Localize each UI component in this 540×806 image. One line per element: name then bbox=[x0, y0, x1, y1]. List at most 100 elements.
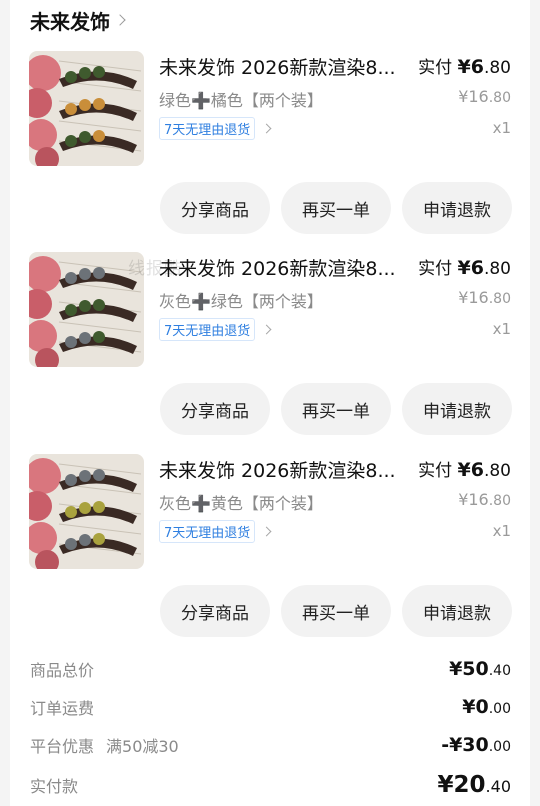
shipping-dec: .00 bbox=[488, 701, 511, 717]
bead bbox=[79, 534, 91, 546]
shipping-value: ¥0.00 bbox=[462, 696, 511, 718]
product-thumbnail[interactable] bbox=[29, 454, 144, 569]
chevron-right-icon bbox=[261, 324, 272, 335]
bead bbox=[65, 506, 77, 518]
bead bbox=[79, 268, 91, 280]
bead bbox=[93, 299, 105, 311]
store-name[interactable]: 未来发饰 bbox=[30, 6, 110, 35]
bead bbox=[65, 71, 77, 83]
bead bbox=[93, 501, 105, 513]
product-image bbox=[29, 454, 144, 569]
order-item-2[interactable]: 未来发饰 2026新款渲染8... 灰色➕绿色【两个装】 7天无理由退货 实付 … bbox=[10, 252, 530, 452]
paid-total-value: ¥20.40 bbox=[438, 772, 511, 798]
shipping-label: 订单运费 bbox=[30, 699, 95, 718]
product-spec: 绿色➕橘色【两个装】 bbox=[159, 91, 323, 110]
order-item-1[interactable]: 未来发饰 2026新款渲染8... 绿色➕橘色【两个装】 7天无理由退货 实付 … bbox=[10, 51, 530, 251]
original-price-dec: .80 bbox=[488, 493, 511, 509]
return-policy[interactable]: 7天无理由退货 bbox=[159, 318, 272, 341]
original-price-dec: .80 bbox=[488, 291, 511, 307]
bead bbox=[93, 533, 105, 545]
paid-total-row: 实付款 ¥20.40 bbox=[30, 770, 511, 800]
bead bbox=[79, 470, 91, 482]
order-card: 未来发饰 未来发饰 2026新款渲染8... 绿色➕橘色【两个装】 7天无理由退… bbox=[10, 0, 530, 806]
buy-again-button[interactable]: 再买一单 bbox=[281, 383, 391, 435]
discount-dec: .00 bbox=[488, 739, 511, 755]
paid-total-label: 实付款 bbox=[30, 777, 79, 796]
bead bbox=[79, 300, 91, 312]
discount-int: -¥30 bbox=[441, 734, 489, 756]
paid-label: 实付 bbox=[418, 461, 453, 481]
original-price-int: ¥16 bbox=[458, 87, 489, 106]
bead bbox=[79, 67, 91, 79]
product-spec: 灰色➕绿色【两个装】 bbox=[159, 292, 323, 311]
paid-amount-dec: .80 bbox=[483, 259, 511, 279]
paid-amount-int: ¥6 bbox=[457, 56, 484, 78]
bead bbox=[79, 332, 91, 344]
paid-label: 实付 bbox=[418, 259, 453, 279]
discount-note: 满50减30 bbox=[106, 737, 179, 756]
request-refund-button[interactable]: 申请退款 bbox=[402, 585, 512, 637]
goods-total-int: ¥50 bbox=[449, 658, 489, 680]
bead bbox=[79, 99, 91, 111]
paid-amount-int: ¥6 bbox=[457, 459, 484, 481]
bead bbox=[65, 304, 77, 316]
goods-total-row: 商品总价 ¥50.40 bbox=[30, 656, 511, 682]
store-header[interactable]: 未来发饰 bbox=[30, 6, 126, 35]
bead bbox=[65, 538, 77, 550]
share-product-button[interactable]: 分享商品 bbox=[160, 383, 270, 435]
request-refund-button[interactable]: 申请退款 bbox=[402, 383, 512, 435]
product-title[interactable]: 未来发饰 2026新款渲染8... bbox=[159, 53, 404, 80]
share-product-button[interactable]: 分享商品 bbox=[160, 585, 270, 637]
buy-again-button[interactable]: 再买一单 bbox=[281, 182, 391, 234]
product-thumbnail[interactable] bbox=[29, 51, 144, 166]
bead bbox=[79, 502, 91, 514]
chevron-right-icon bbox=[261, 526, 272, 537]
paid-label: 实付 bbox=[418, 58, 453, 78]
bead bbox=[93, 331, 105, 343]
bead bbox=[93, 469, 105, 481]
product-title[interactable]: 未来发饰 2026新款渲染8... bbox=[159, 456, 404, 483]
bead bbox=[65, 135, 77, 147]
return-policy[interactable]: 7天无理由退货 bbox=[159, 520, 272, 543]
discount-label-group: 平台优惠 满50减30 bbox=[30, 733, 179, 757]
return-policy-tag: 7天无理由退货 bbox=[159, 520, 256, 543]
bead bbox=[65, 474, 77, 486]
discount-label: 平台优惠 bbox=[30, 737, 95, 756]
shipping-row: 订单运费 ¥0.00 bbox=[30, 694, 511, 720]
quantity: x1 bbox=[492, 119, 511, 137]
paid-amount-dec: .80 bbox=[483, 58, 511, 78]
original-price-int: ¥16 bbox=[458, 288, 489, 307]
product-spec: 灰色➕黄色【两个装】 bbox=[159, 494, 323, 513]
shipping-int: ¥0 bbox=[462, 696, 489, 718]
order-item-3[interactable]: 未来发饰 2026新款渲染8... 灰色➕黄色【两个装】 7天无理由退货 实付 … bbox=[10, 454, 530, 654]
bead bbox=[93, 98, 105, 110]
quantity: x1 bbox=[492, 320, 511, 338]
paid-total-int: ¥20 bbox=[437, 772, 486, 798]
return-policy[interactable]: 7天无理由退货 bbox=[159, 117, 272, 140]
return-policy-tag: 7天无理由退货 bbox=[159, 318, 256, 341]
chevron-right-icon bbox=[114, 14, 126, 26]
bead bbox=[65, 272, 77, 284]
bead bbox=[65, 336, 77, 348]
bead bbox=[93, 267, 105, 279]
discount-row: 平台优惠 满50减30 -¥30.00 bbox=[30, 732, 511, 758]
goods-total-label: 商品总价 bbox=[30, 661, 95, 680]
original-price-int: ¥16 bbox=[458, 490, 489, 509]
buy-again-button[interactable]: 再买一单 bbox=[281, 585, 391, 637]
original-price: ¥16.80 bbox=[458, 87, 511, 106]
paid-price: 实付 ¥6.80 bbox=[418, 254, 511, 279]
bead bbox=[93, 66, 105, 78]
request-refund-button[interactable]: 申请退款 bbox=[402, 182, 512, 234]
paid-amount-int: ¥6 bbox=[457, 257, 484, 279]
bead bbox=[79, 131, 91, 143]
return-policy-tag: 7天无理由退货 bbox=[159, 117, 256, 140]
product-title[interactable]: 未来发饰 2026新款渲染8... bbox=[159, 254, 404, 281]
paid-total-dec: .40 bbox=[485, 777, 511, 796]
product-image bbox=[29, 51, 144, 166]
product-thumbnail[interactable] bbox=[29, 252, 144, 367]
original-price: ¥16.80 bbox=[458, 490, 511, 509]
discount-value: -¥30.00 bbox=[441, 734, 511, 756]
chevron-right-icon bbox=[261, 123, 272, 134]
goods-total-dec: .40 bbox=[488, 663, 511, 679]
share-product-button[interactable]: 分享商品 bbox=[160, 182, 270, 234]
